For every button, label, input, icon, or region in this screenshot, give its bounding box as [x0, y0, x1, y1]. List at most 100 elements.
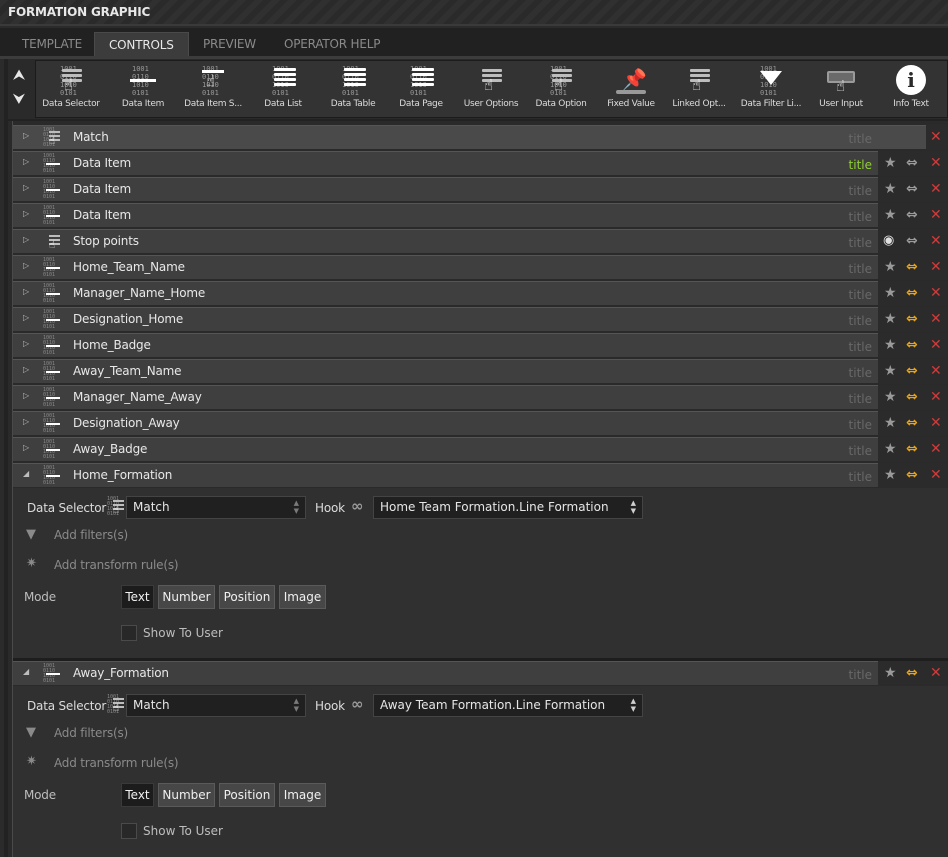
- delete-icon[interactable]: ✕: [930, 441, 942, 457]
- tool-pin[interactable]: 📌 Fixed Value: [596, 63, 666, 117]
- mode-image-button[interactable]: Image: [279, 585, 326, 609]
- expand-triangle-icon[interactable]: ▷: [23, 339, 29, 348]
- hook-select[interactable]: Home Team Formation.Line Formation ▲ ▼: [373, 496, 643, 519]
- tab-preview[interactable]: PREVIEW: [189, 32, 270, 57]
- mode-position-button[interactable]: Position: [219, 585, 275, 609]
- delete-icon[interactable]: ✕: [930, 467, 942, 483]
- link-arrows-icon[interactable]: ⇔: [906, 285, 918, 301]
- link-arrows-icon[interactable]: ⇔: [906, 233, 918, 249]
- link-arrows-icon[interactable]: ⇔: [906, 311, 918, 327]
- star-icon[interactable]: ★: [884, 467, 897, 483]
- control-title-field[interactable]: title: [849, 236, 872, 250]
- control-name[interactable]: Data Item: [73, 156, 131, 170]
- star-icon[interactable]: ★: [884, 285, 897, 301]
- control-row[interactable]: ▷ 1001 0110 1010 0101 Data Item title ★ ⇔ ✕: [13, 151, 948, 176]
- tool-info[interactable]: i Info Text: [876, 63, 946, 117]
- control-title-field[interactable]: title: [849, 132, 872, 146]
- expand-triangle-icon[interactable]: ▷: [23, 157, 29, 166]
- eye-icon[interactable]: ◉: [883, 233, 894, 248]
- star-icon[interactable]: ★: [884, 311, 897, 327]
- tool-data-table[interactable]: 1001011010100101Data Table: [318, 63, 388, 117]
- tool-keyboard[interactable]: ☝ User Input: [806, 63, 876, 117]
- hook-select[interactable]: Away Team Formation.Line Formation ▲ ▼: [373, 694, 643, 717]
- control-row[interactable]: ▷ 1001 0110 1010 0101 Designation_Away title ★ ⇔…: [13, 411, 948, 436]
- show-to-user-checkbox[interactable]: [121, 823, 137, 839]
- control-row[interactable]: ▷ 1001 0110 1010 0101 Away_Badge title ★ ⇔ ✕: [13, 437, 948, 462]
- link-arrows-icon[interactable]: ⇔: [906, 181, 918, 197]
- tool-data-list[interactable]: 1001011010100101Data List: [248, 63, 318, 117]
- control-name[interactable]: Stop points: [73, 234, 139, 248]
- tool-filter[interactable]: 1001 0110 1010 0101 Data Filter Li...: [736, 63, 806, 117]
- control-title-field[interactable]: title: [849, 392, 872, 406]
- mode-number-button[interactable]: Number: [158, 783, 215, 807]
- control-title-field[interactable]: title: [849, 158, 872, 172]
- control-name[interactable]: Away_Formation: [73, 666, 169, 680]
- delete-icon[interactable]: ✕: [930, 233, 942, 249]
- delete-icon[interactable]: ✕: [930, 129, 942, 145]
- control-row[interactable]: ◢ 1001 0110 1010 0101 Away_Formation title ★ ⇔ ✕: [13, 661, 948, 686]
- delete-icon[interactable]: ✕: [930, 389, 942, 405]
- star-icon[interactable]: ★: [884, 259, 897, 275]
- control-title-field[interactable]: title: [849, 470, 872, 484]
- link-arrows-icon[interactable]: ⇔: [906, 259, 918, 275]
- tab-operator-help[interactable]: OPERATOR HELP: [270, 32, 394, 57]
- data-selector-select[interactable]: Match ▲ ▼: [126, 694, 306, 717]
- expand-triangle-icon[interactable]: ▷: [23, 443, 29, 452]
- control-row[interactable]: ◢ 1001 0110 1010 0101 Home_Formation title ★ ⇔ ✕: [13, 463, 948, 488]
- mode-number-button[interactable]: Number: [158, 585, 215, 609]
- link-arrows-icon[interactable]: ⇔: [906, 337, 918, 353]
- scroll-up-icon[interactable]: ⮝: [8, 64, 30, 88]
- control-name[interactable]: Data Item: [73, 208, 131, 222]
- link-arrows-icon[interactable]: ⇔: [906, 389, 918, 405]
- expand-triangle-icon[interactable]: ▷: [23, 365, 29, 374]
- control-name[interactable]: Manager_Name_Home: [73, 286, 205, 300]
- show-to-user-checkbox[interactable]: [121, 625, 137, 641]
- delete-icon[interactable]: ✕: [930, 285, 942, 301]
- collapse-triangle-icon[interactable]: ◢: [23, 667, 29, 676]
- control-title-field[interactable]: title: [849, 184, 872, 198]
- delete-icon[interactable]: ✕: [930, 259, 942, 275]
- delete-icon[interactable]: ✕: [930, 337, 942, 353]
- link-arrows-icon[interactable]: ⇔: [906, 363, 918, 379]
- expand-triangle-icon[interactable]: ▷: [23, 391, 29, 400]
- expand-triangle-icon[interactable]: ▷: [23, 235, 29, 244]
- control-title-field[interactable]: title: [849, 444, 872, 458]
- scroll-down-icon[interactable]: ⮟: [8, 88, 30, 112]
- control-name[interactable]: Home_Badge: [73, 338, 151, 352]
- delete-icon[interactable]: ✕: [930, 155, 942, 171]
- expand-triangle-icon[interactable]: ▷: [23, 261, 29, 270]
- tool-data-item-selector[interactable]: 1001 0110 1010 0101 ☝ Data Item S...: [178, 63, 248, 117]
- star-icon[interactable]: ★: [884, 155, 897, 171]
- link-arrows-icon[interactable]: ⇔: [906, 665, 918, 681]
- delete-icon[interactable]: ✕: [930, 363, 942, 379]
- control-row[interactable]: ▷ 1001 0110 1010 0101 Manager_Name_Home title ★…: [13, 281, 948, 306]
- control-row[interactable]: ▷ 1001011010100101☝ Match title ✕: [13, 125, 948, 150]
- control-name[interactable]: Away_Team_Name: [73, 364, 182, 378]
- add-transform-link[interactable]: Add transform rule(s): [54, 756, 179, 770]
- control-row[interactable]: ▷ 1001 0110 1010 0101 Home_Badge title ★ ⇔ ✕: [13, 333, 948, 358]
- expand-triangle-icon[interactable]: ▷: [23, 183, 29, 192]
- link-arrows-icon[interactable]: ⇔: [906, 441, 918, 457]
- tool-linked-options[interactable]: ☝ Linked Opt...: [664, 63, 734, 117]
- control-name[interactable]: Manager_Name_Away: [73, 390, 202, 404]
- star-icon[interactable]: ★: [884, 389, 897, 405]
- delete-icon[interactable]: ✕: [930, 181, 942, 197]
- control-title-field[interactable]: title: [849, 418, 872, 432]
- tab-controls[interactable]: CONTROLS: [94, 32, 189, 57]
- control-row[interactable]: ▷ ☝ Stop points title ◉ ⇔ ✕: [13, 229, 948, 254]
- control-name[interactable]: Match: [73, 130, 109, 144]
- control-name[interactable]: Away_Badge: [73, 442, 147, 456]
- control-title-field[interactable]: title: [849, 288, 872, 302]
- control-name[interactable]: Data Item: [73, 182, 131, 196]
- tool-data-option[interactable]: 1001011010100101☝Data Option: [526, 63, 596, 117]
- expand-triangle-icon[interactable]: ▷: [23, 417, 29, 426]
- star-icon[interactable]: ★: [884, 441, 897, 457]
- add-transform-link[interactable]: Add transform rule(s): [54, 558, 179, 572]
- star-icon[interactable]: ★: [884, 665, 897, 681]
- control-row[interactable]: ▷ 1001 0110 1010 0101 Designation_Home title ★ ⇔…: [13, 307, 948, 332]
- expand-triangle-icon[interactable]: ▷: [23, 131, 29, 140]
- control-title-field[interactable]: title: [849, 366, 872, 380]
- control-row[interactable]: ▷ 1001 0110 1010 0101 Data Item title ★ ⇔ ✕: [13, 177, 948, 202]
- control-name[interactable]: Home_Team_Name: [73, 260, 185, 274]
- mode-text-button[interactable]: Text: [121, 585, 154, 609]
